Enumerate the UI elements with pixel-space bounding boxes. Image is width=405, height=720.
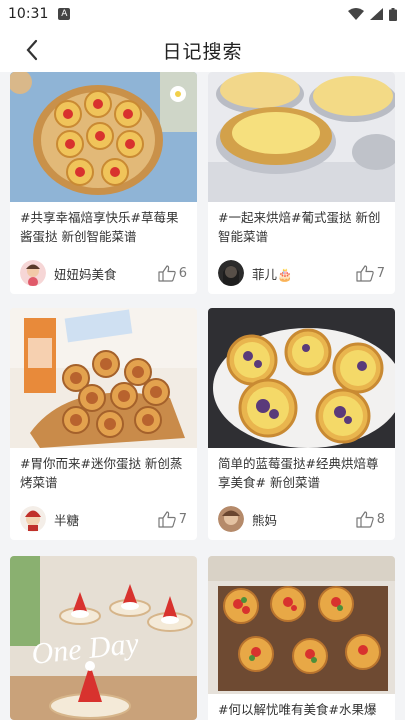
notification-icon: A [58,8,71,20]
card-footer: 熊妈 8 [208,498,395,540]
card-description: #共享幸福焙享快乐#草莓果酱蛋挞 新创智能菜谱 [20,210,179,244]
like-button[interactable]: 8 [356,510,385,528]
like-button[interactable]: 6 [158,264,187,282]
author-name[interactable]: 熊妈 [252,510,356,529]
avatar[interactable] [20,260,46,286]
avatar[interactable] [218,506,244,532]
like-count: 8 [376,511,385,527]
avatar[interactable] [20,506,46,532]
diary-card[interactable]: One Day [10,556,197,720]
thumbs-up-icon [356,510,374,528]
diary-card[interactable]: 简单的蓝莓蛋挞#经典烘焙尊享美食# 新创菜谱 熊妈 8 [208,308,395,540]
signal-icon [370,8,383,20]
card-description: #何以解忧唯有美食#水果爆 [218,702,377,717]
like-count: 6 [178,265,187,281]
diary-card[interactable]: #何以解忧唯有美食#水果爆 [208,556,395,720]
wifi-icon [348,8,364,20]
diary-card[interactable]: #胃你而来#迷你蛋挞 新创蒸烤菜谱 半糖 7 [10,308,197,540]
status-icons [348,7,397,21]
card-image [10,308,197,448]
thumbs-up-icon [158,264,176,282]
chevron-left-icon [26,39,38,61]
card-footer: 半糖 7 [10,498,197,540]
card-description: #一起来烘焙#葡式蛋挞 新创智能菜谱 [218,210,381,244]
like-button[interactable]: 7 [158,510,187,528]
thumbs-up-icon [158,510,176,528]
card-image [208,72,395,202]
thumbs-up-icon [356,264,374,282]
like-button[interactable]: 7 [356,264,385,282]
diary-card[interactable]: #一起来烘焙#葡式蛋挞 新创智能菜谱 菲儿🎂 7 [208,72,395,294]
status-bar: 10:31 A [0,0,405,28]
author-name[interactable]: 半糖 [54,510,158,529]
card-footer: 妞妞妈美食 6 [10,252,197,294]
header: 日记搜索 [0,28,405,72]
card-image: One Day [10,556,197,720]
diary-card[interactable]: #共享幸福焙享快乐#草莓果酱蛋挞 新创智能菜谱 妞妞妈美食 6 [10,72,197,294]
like-count: 7 [376,265,385,281]
diary-feed[interactable]: #共享幸福焙享快乐#草莓果酱蛋挞 新创智能菜谱 妞妞妈美食 6 #一起来烘焙#葡… [0,72,405,720]
author-name[interactable]: 妞妞妈美食 [54,264,158,283]
back-button[interactable] [18,36,46,64]
avatar[interactable] [218,260,244,286]
like-count: 7 [178,511,187,527]
battery-icon [389,7,397,21]
card-description: #胃你而来#迷你蛋挞 新创蒸烤菜谱 [20,456,183,490]
card-image [208,308,395,448]
card-footer: 菲儿🎂 7 [208,252,395,294]
author-name[interactable]: 菲儿🎂 [252,264,356,283]
card-image [10,72,197,202]
status-time: 10:31 [8,6,49,22]
card-image [208,556,395,694]
card-description: 简单的蓝莓蛋挞#经典烘焙尊享美食# 新创菜谱 [218,456,379,490]
page-title: 日记搜索 [162,40,243,63]
